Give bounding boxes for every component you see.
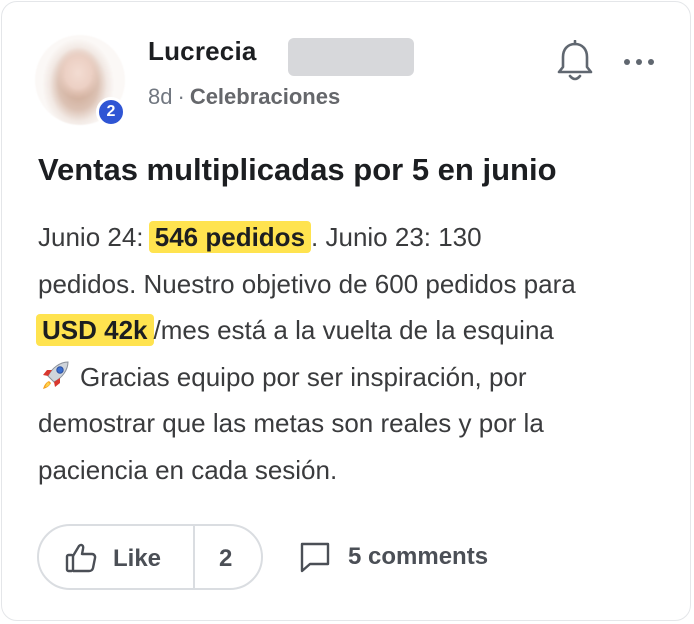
body-line: demostrar que las metas son reales y por… bbox=[38, 408, 544, 438]
bell-icon[interactable] bbox=[555, 40, 595, 82]
author-avatar[interactable]: 2 bbox=[35, 35, 126, 127]
more-icon[interactable] bbox=[619, 50, 659, 74]
body-line: Junio 24: 546 pedidos. Junio 23: 130 bbox=[38, 214, 668, 261]
redacted-surname bbox=[288, 38, 414, 76]
post-body: Junio 24: 546 pedidos. Junio 23: 130 ped… bbox=[36, 214, 668, 493]
body-line: USD 42k/mes está a la vuelta de la esqui… bbox=[36, 307, 668, 354]
thumbs-up-icon[interactable] bbox=[65, 542, 97, 574]
body-text: Gracias equipo por ser inspiración, por bbox=[80, 361, 527, 392]
post-category[interactable]: Celebraciones bbox=[190, 84, 340, 109]
meta-separator: · bbox=[177, 84, 185, 109]
post-time[interactable]: 8d bbox=[148, 84, 172, 109]
like-button[interactable]: Like bbox=[113, 545, 161, 573]
post-card: 2 Lucrecia 8d · Celebraciones Ventas multi… bbox=[1, 1, 691, 621]
like-count[interactable]: 2 bbox=[219, 545, 232, 573]
body-line: Gracias equipo por ser inspiración, por bbox=[38, 354, 668, 401]
body-text: . Junio 23: 130 bbox=[311, 222, 482, 252]
rocket-icon bbox=[43, 360, 69, 389]
body-text: /mes está a la vuelta de la esquina bbox=[153, 315, 554, 345]
author-name[interactable]: Lucrecia bbox=[148, 36, 257, 67]
post-meta: 8d · Celebraciones bbox=[148, 84, 340, 110]
body-line: pedidos. Nuestro objetivo de 600 pedidos… bbox=[38, 268, 576, 299]
body-line: paciencia en cada sesión. bbox=[38, 454, 338, 485]
level-badge: 2 bbox=[96, 97, 126, 127]
highlight-revenue: USD 42k bbox=[36, 314, 154, 346]
highlight-orders: 546 pedidos bbox=[148, 221, 312, 253]
comment-icon bbox=[300, 542, 330, 573]
like-divider bbox=[193, 526, 195, 588]
like-button-group: Like 2 bbox=[37, 524, 263, 590]
post-title: Ventas multiplicadas por 5 en junio bbox=[38, 152, 557, 187]
body-text: Junio 24: bbox=[38, 222, 151, 252]
comments-label: 5 comments bbox=[348, 543, 489, 570]
